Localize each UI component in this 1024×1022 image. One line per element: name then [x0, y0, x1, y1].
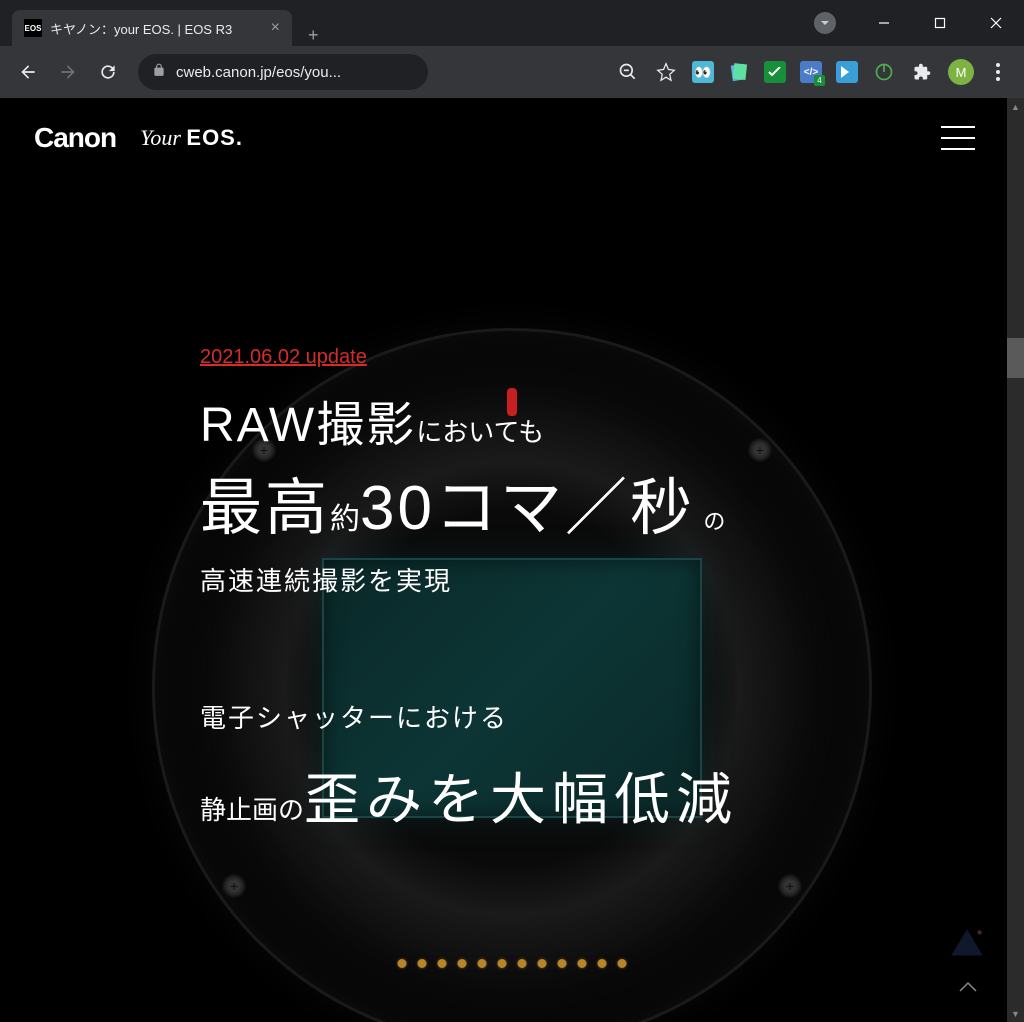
browser-menu-button[interactable]	[988, 63, 1008, 81]
logo-group: Canon Your EOS.	[34, 122, 243, 154]
maximize-button[interactable]	[912, 4, 968, 42]
extension-icon-3[interactable]	[764, 61, 786, 83]
page-viewport: Canon Your EOS. 2021.06.02 update RAW撮影に…	[0, 98, 1024, 1022]
scroll-up-arrow[interactable]: ▲	[1007, 98, 1024, 115]
headline-5: 静止画の歪みを大幅低減	[200, 755, 984, 836]
scroll-down-arrow[interactable]: ▼	[1007, 1005, 1024, 1022]
reload-button[interactable]	[90, 54, 126, 90]
site-header: Canon Your EOS.	[0, 98, 1007, 178]
browser-tab[interactable]: EOS キヤノン：your EOS. | EOS R3 ×	[12, 10, 292, 46]
window-controls	[856, 4, 1024, 42]
lock-icon	[152, 63, 166, 82]
extension-icon-2[interactable]	[728, 61, 750, 83]
zoom-icon[interactable]	[616, 60, 640, 84]
address-bar[interactable]: cweb.canon.jp/eos/you...	[138, 54, 428, 90]
headline-4: 電子シャッターにおける	[200, 698, 984, 735]
scroll-thumb[interactable]	[1007, 338, 1024, 378]
extensions-puzzle-icon[interactable]	[910, 60, 934, 84]
headline-1: RAW撮影においても	[200, 385, 984, 455]
headline-2: 最高約30コマ／秒 の	[200, 457, 984, 547]
your-eos-logo[interactable]: Your EOS.	[140, 125, 243, 151]
window-titlebar: EOS キヤノン：your EOS. | EOS R3 × +	[0, 0, 1024, 46]
tab-title: キヤノン：your EOS. | EOS R3	[50, 19, 263, 38]
extension-badge: 4	[814, 75, 825, 86]
back-button[interactable]	[10, 54, 46, 90]
headline-3: 高速連続撮影を実現	[200, 561, 984, 598]
update-date-link[interactable]: 2021.06.02 update	[200, 346, 367, 368]
minimize-button[interactable]	[856, 4, 912, 42]
tab-search-button[interactable]	[814, 12, 836, 34]
browser-toolbar: cweb.canon.jp/eos/you... 👀 </> 4 M	[0, 46, 1024, 98]
canon-logo[interactable]: Canon	[34, 122, 116, 154]
extension-icon-5[interactable]	[836, 61, 858, 83]
hamburger-menu-button[interactable]	[937, 122, 979, 154]
new-tab-button[interactable]: +	[292, 25, 335, 46]
hero-content: 2021.06.02 update RAW撮影においても 最高約30コマ／秒 の…	[200, 346, 984, 836]
scroll-to-top-button[interactable]	[948, 968, 988, 1008]
vertical-scrollbar[interactable]: ▲ ▼	[1007, 98, 1024, 1022]
url-text: cweb.canon.jp/eos/you...	[176, 64, 341, 81]
forward-button[interactable]	[50, 54, 86, 90]
tab-favicon: EOS	[24, 19, 42, 37]
close-tab-icon[interactable]: ×	[271, 19, 280, 37]
power-icon[interactable]	[872, 60, 896, 84]
extension-icon-4[interactable]: </> 4	[800, 61, 822, 83]
tab-strip: EOS キヤノン：your EOS. | EOS R3 × +	[0, 0, 335, 46]
profile-avatar[interactable]: M	[948, 59, 974, 85]
extension-icon-1[interactable]: 👀	[692, 61, 714, 83]
close-window-button[interactable]	[968, 4, 1024, 42]
bookmark-star-icon[interactable]	[654, 60, 678, 84]
watermark-icon	[946, 924, 988, 966]
